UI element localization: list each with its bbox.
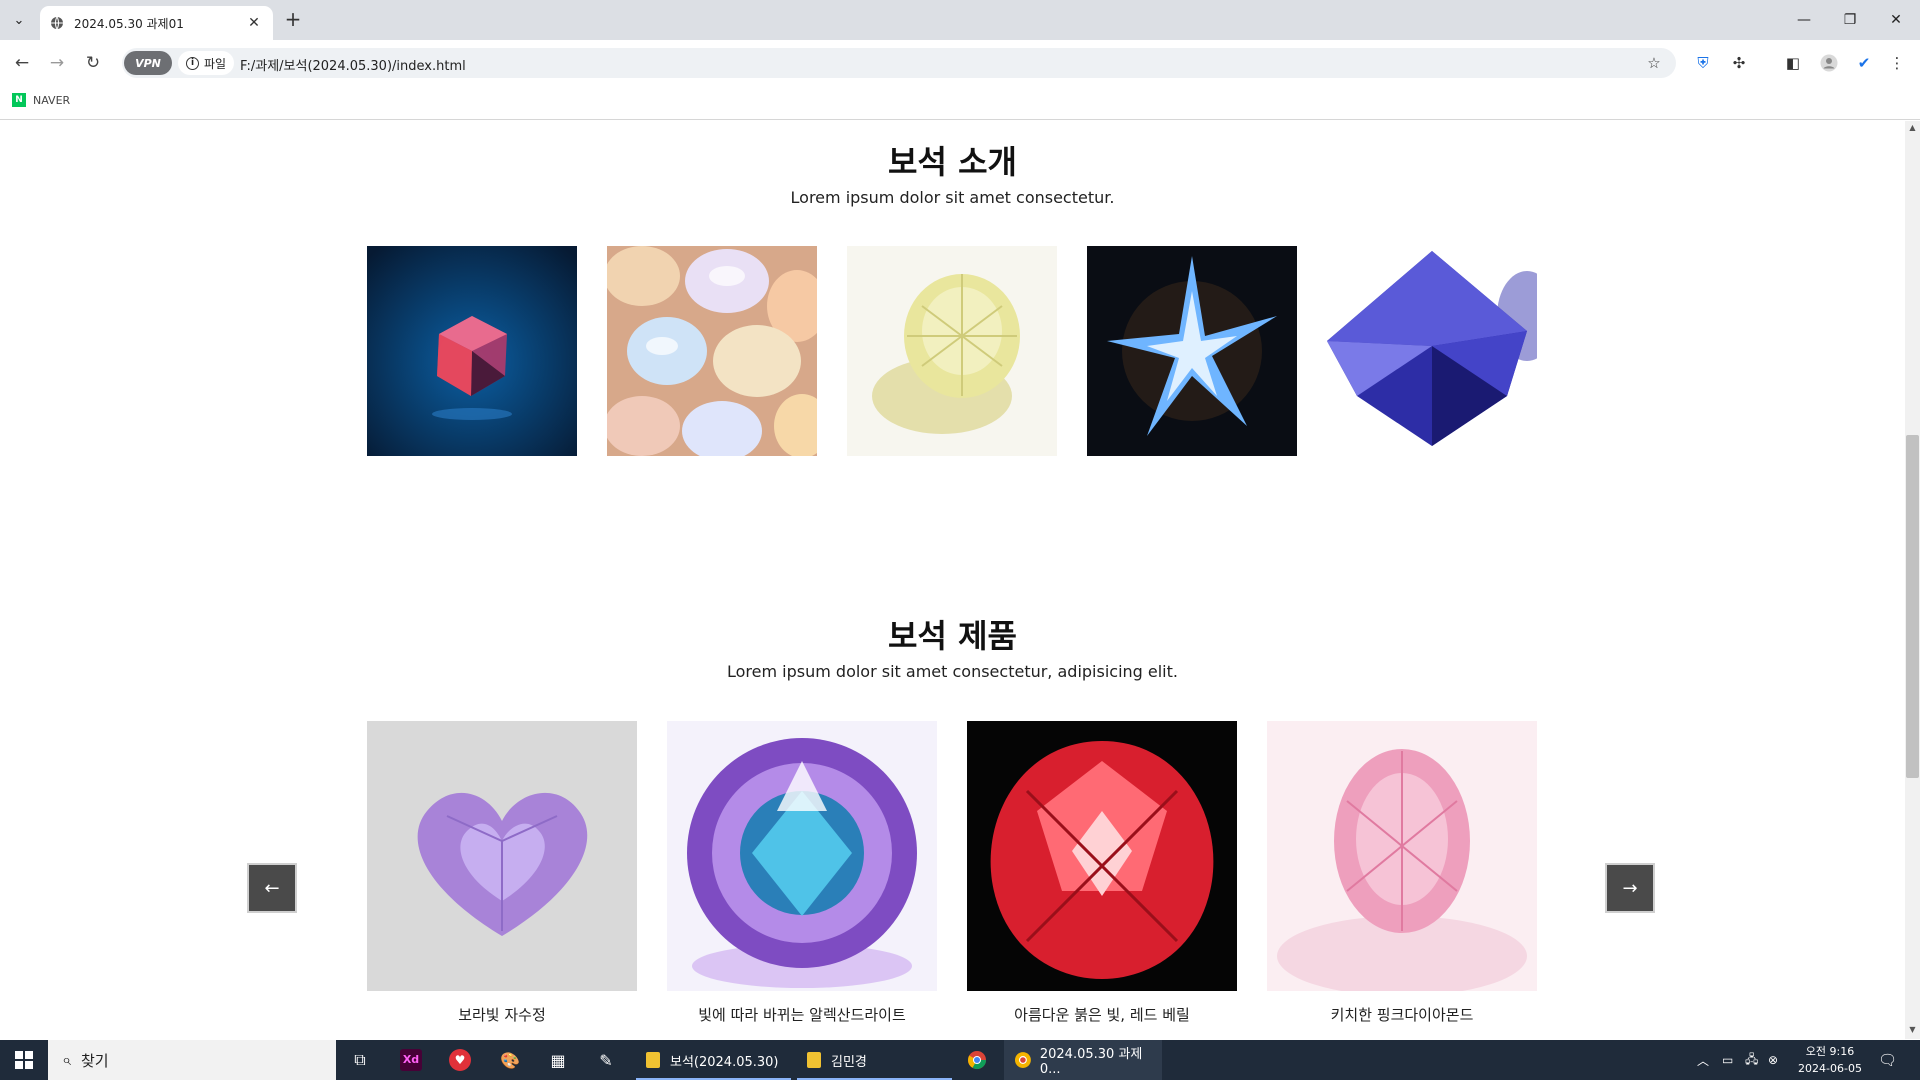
- windows-logo-icon: [15, 1051, 33, 1069]
- globe-icon: [51, 16, 63, 30]
- taskbar-clock[interactable]: 오전 9:16 2024-06-05: [1792, 1043, 1868, 1077]
- taskbar-app-explorer-1[interactable]: 보석(2024.05.30): [636, 1040, 791, 1080]
- products-subtitle: Lorem ipsum dolor sit amet consectetur, …: [727, 662, 1178, 681]
- page-viewport: 보석 소개 Lorem ipsum dolor sit amet consect…: [0, 121, 1905, 1039]
- alexandrite-image[interactable]: [667, 721, 937, 991]
- scroll-down-icon[interactable]: ▼: [1906, 1025, 1919, 1037]
- meet-now-icon[interactable]: ▭: [1722, 1040, 1733, 1080]
- clock-time: 오전 9:16: [1805, 1045, 1855, 1058]
- bookmarks-bar: N NAVER: [0, 85, 1920, 120]
- site-info-chip[interactable]: i 파일: [178, 51, 235, 75]
- windows-taskbar: ⌕ 찾기 ⧉ Xd ♥ 🎨 ▦ ✎ 보석(2024.05.30) 김민경 202…: [0, 1040, 1920, 1080]
- tab-close-icon[interactable]: ✕: [245, 15, 263, 31]
- site-info-label: 파일: [204, 56, 227, 71]
- close-window-button[interactable]: ✕: [1873, 0, 1919, 40]
- vivaldi-icon[interactable]: ♥: [447, 1040, 473, 1080]
- side-panel-icon[interactable]: ◧: [1781, 51, 1805, 75]
- new-tab-button[interactable]: +: [281, 8, 305, 32]
- carousel-next-button[interactable]: →: [1605, 863, 1655, 913]
- taskbar-app-explorer-2[interactable]: 김민경: [797, 1040, 952, 1080]
- crystal-burst-image: [1087, 246, 1297, 456]
- windows-start-button[interactable]: [0, 1040, 48, 1080]
- star-icon[interactable]: ☆: [1642, 51, 1666, 75]
- minimize-button[interactable]: —: [1781, 0, 1827, 40]
- bookmark-label: NAVER: [33, 93, 71, 107]
- paint-icon[interactable]: 🎨: [497, 1040, 523, 1080]
- info-icon: i: [186, 56, 199, 70]
- chrome-profile-icon: [1014, 1052, 1031, 1068]
- clock-date: 2024-06-05: [1798, 1062, 1862, 1075]
- back-icon[interactable]: ←: [9, 50, 35, 76]
- taskbar-app-label: 2024.05.30 과제0...: [1039, 1047, 1143, 1077]
- naver-logo-icon: N: [12, 93, 26, 107]
- product-caption[interactable]: 아름다운 붉은 빛, 레드 베릴: [967, 1004, 1237, 1025]
- network-icon[interactable]: 🖧: [1745, 1040, 1758, 1080]
- product-caption[interactable]: 빛에 따라 바뀌는 알렉산드라이트: [667, 1004, 937, 1025]
- carousel-prev-button[interactable]: ←: [247, 863, 297, 913]
- opal-stones-image: [607, 246, 817, 456]
- forward-icon[interactable]: →: [44, 50, 70, 76]
- active-tab[interactable]: 2024.05.30 과제01 ✕: [40, 6, 273, 40]
- intro-subtitle: Lorem ipsum dolor sit amet consectetur.: [790, 188, 1115, 207]
- bookmark-naver[interactable]: N NAVER: [12, 93, 70, 107]
- more-menu-icon[interactable]: ⋮: [1885, 51, 1909, 75]
- scroll-thumb[interactable]: [1906, 435, 1919, 778]
- scroll-up-icon[interactable]: ▲: [1906, 123, 1919, 135]
- tab-search-button[interactable]: ⌄: [6, 7, 32, 33]
- red-beryl-image[interactable]: [967, 721, 1237, 991]
- notification-icon[interactable]: 🗨: [1878, 1040, 1897, 1080]
- taskbar-app-label: 보석(2024.05.30): [670, 1054, 779, 1070]
- calculator-icon[interactable]: ▦: [545, 1040, 571, 1080]
- volume-muted-icon[interactable]: ⊗: [1768, 1040, 1778, 1080]
- gem-cube-image: [367, 246, 577, 456]
- avatar: [1820, 54, 1838, 72]
- tray-chevron-icon[interactable]: ︿: [1697, 1040, 1709, 1080]
- arrow-left-icon: ←: [264, 877, 280, 899]
- folder-icon: [646, 1052, 660, 1068]
- arrow-right-icon: →: [1622, 877, 1638, 899]
- product-caption[interactable]: 보라빛 자수정: [367, 1004, 637, 1025]
- blue-sapphire-image: [1327, 246, 1537, 456]
- amethyst-heart-image[interactable]: [367, 721, 637, 991]
- restore-button[interactable]: ❐: [1827, 0, 1873, 40]
- tab-title: 2024.05.30 과제01: [74, 16, 184, 31]
- taskbar-app-chrome[interactable]: 2024.05.30 과제0...: [1004, 1040, 1162, 1080]
- product-caption[interactable]: 키치한 핑크다이아몬드: [1267, 1004, 1537, 1025]
- search-label: 찾기: [80, 1051, 109, 1070]
- yellow-diamond-image: [847, 246, 1057, 456]
- check-shield-icon[interactable]: ✔: [1852, 51, 1876, 75]
- reload-icon[interactable]: ↻: [80, 50, 106, 76]
- products-title: 보석 제품: [888, 617, 1017, 655]
- tab-strip: ⌄ 2024.05.30 과제01 ✕ + — ❐ ✕: [0, 0, 1920, 40]
- pink-diamond-image[interactable]: [1267, 721, 1537, 991]
- adobe-xd-icon[interactable]: Xd: [398, 1040, 424, 1080]
- task-view-icon[interactable]: ⧉: [348, 1040, 372, 1080]
- shield-extension-icon[interactable]: ⛨: [1691, 51, 1715, 75]
- profile-avatar-icon[interactable]: [1817, 51, 1841, 75]
- chrome-icon[interactable]: [964, 1040, 990, 1080]
- intro-title: 보석 소개: [888, 143, 1017, 181]
- taskbar-app-label: 김민경: [831, 1054, 867, 1070]
- url-text[interactable]: F:/과제/보석(2024.05.30)/index.html: [240, 55, 466, 74]
- taskbar-search-box[interactable]: ⌕ 찾기: [48, 1040, 336, 1080]
- notepad-icon[interactable]: ✎: [593, 1040, 619, 1080]
- search-icon: ⌕: [62, 1050, 71, 1069]
- vpn-badge[interactable]: VPN: [124, 51, 172, 75]
- puzzle-extensions-icon[interactable]: ✣: [1727, 51, 1751, 75]
- folder-icon: [807, 1052, 821, 1068]
